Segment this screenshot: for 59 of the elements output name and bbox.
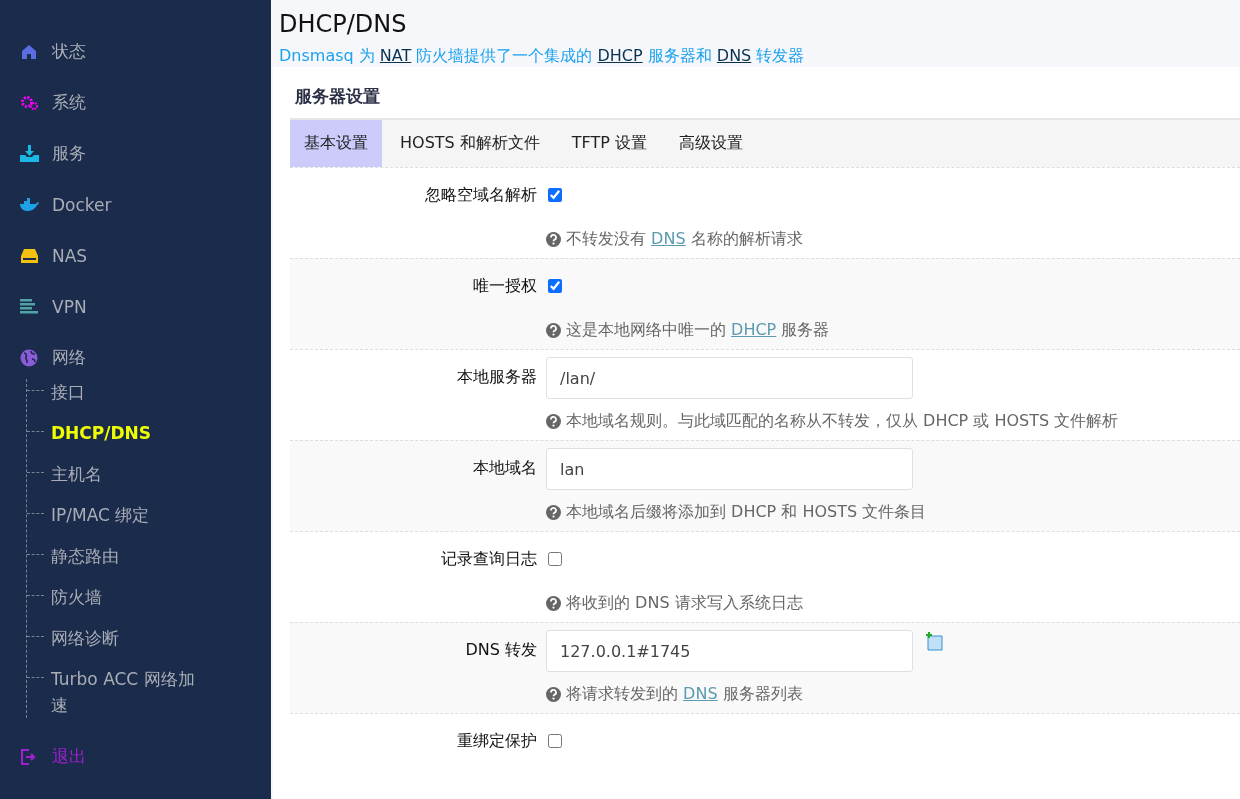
sidebar-item[interactable]: Docker (0, 179, 271, 230)
sidebar-subitem[interactable]: IP/MAC 绑定 (51, 502, 150, 528)
help-text: 将请求转发到的 DNS 服务器列表 (566, 684, 803, 705)
sidebar-subitem[interactable]: 网络诊断 (51, 625, 119, 651)
help-text: 将收到的 DNS 请求写入系统日志 (566, 593, 803, 614)
field-label: DNS 转发 (464, 639, 538, 661)
whale-icon (19, 198, 39, 211)
input-field[interactable]: /lan/ (546, 357, 913, 399)
logout-icon (20, 748, 38, 765)
sidebar-subitem[interactable]: 防火墙 (51, 584, 102, 610)
checkbox[interactable] (548, 552, 562, 566)
sidebar-item[interactable]: NAS (0, 230, 271, 281)
sidebar-item[interactable]: 状态 (0, 26, 271, 77)
tab[interactable]: 基本设置 (290, 120, 382, 167)
field-label: 本地服务器 (456, 366, 538, 388)
home-icon (21, 43, 37, 60)
field-label: 重绑定保护 (456, 730, 538, 752)
add-entry-icon[interactable] (925, 632, 944, 651)
link[interactable]: DNS (716, 46, 752, 65)
link[interactable]: NAT (379, 46, 412, 65)
drive-icon (20, 248, 38, 263)
help-text: 本地域名后缀将添加到 DHCP 和 HOSTS 文件条目 (566, 502, 927, 523)
sidebar-subitem[interactable]: 静态路由 (51, 543, 119, 569)
help-icon (546, 414, 561, 429)
tab[interactable]: 高级设置 (665, 120, 757, 167)
tab[interactable]: TFTP 设置 (557, 120, 661, 167)
checkbox[interactable] (548, 734, 562, 748)
sidebar-item[interactable]: 服务 (0, 128, 271, 179)
sidebar-item[interactable]: 系统 (0, 77, 271, 128)
checkbox[interactable] (548, 279, 562, 293)
page-description: Dnsmasq 为 NAT 防火墙提供了一个集成的 DHCP 服务器和 DNS 转发器 (279, 46, 806, 67)
sidebar-subitem[interactable]: DHCP/DNS (51, 420, 152, 446)
help-text: 不转发没有 DNS 名称的解析请求 (566, 229, 803, 250)
field-label: 记录查询日志 (440, 548, 538, 570)
page-title: DHCP/DNS (279, 9, 408, 40)
help-text: 这是本地网络中唯一的 DHCP 服务器 (566, 320, 830, 341)
help-icon (546, 687, 561, 702)
help-icon (546, 505, 561, 520)
sidebar-subitem[interactable]: Turbo ACC 网络加速 (51, 666, 211, 718)
help-text: 本地域名规则。与此域匹配的名称从不转发，仅从 DHCP 或 HOSTS 文件解析 (566, 411, 1119, 432)
link[interactable]: DHCP (597, 46, 643, 65)
field-label: 本地域名 (472, 457, 538, 479)
sidebar-subitem[interactable]: 主机名 (51, 461, 102, 487)
section-title: 服务器设置 (295, 85, 381, 108)
link[interactable]: DNS (651, 229, 686, 248)
help-icon (546, 232, 561, 247)
tab[interactable]: HOSTS 和解析文件 (386, 120, 554, 167)
sidebar-item[interactable]: VPN (0, 281, 271, 332)
field-label: 忽略空域名解析 (424, 184, 538, 206)
list-lines-icon (20, 299, 38, 314)
input-field[interactable]: 127.0.0.1#1745 (546, 630, 913, 672)
gears-icon (19, 94, 39, 111)
help-icon (546, 323, 561, 338)
download-tray-icon (19, 145, 39, 162)
field-label: 唯一授权 (472, 275, 538, 297)
globe-icon (20, 348, 38, 367)
input-field[interactable]: lan (546, 448, 913, 490)
help-icon (546, 596, 561, 611)
checkbox[interactable] (548, 188, 562, 202)
